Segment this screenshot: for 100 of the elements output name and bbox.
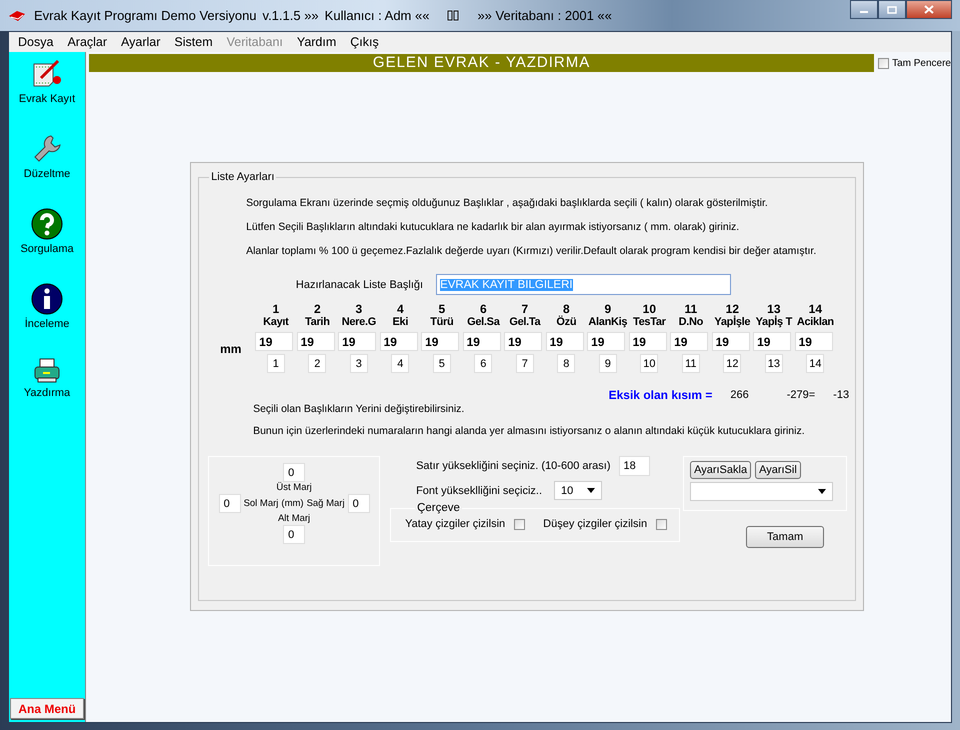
column-label: AlanKiş [588,316,628,330]
maximize-button[interactable] [878,0,906,19]
order-field[interactable]: 6 [474,354,492,373]
column-number: 10 [642,302,656,316]
width-field[interactable]: 19 [794,332,833,351]
save-settings-button[interactable]: AyarıSakla [690,461,752,479]
menu-item[interactable]: Ayarlar [114,35,168,49]
main-menu-button[interactable]: Ana Menü [10,698,84,719]
right-margin-label: Sağ Marj [306,498,345,510]
minimize-button[interactable] [850,0,878,19]
window-title: Evrak Kayıt Programı Demo Versiyonu [34,8,257,23]
fullscreen-checkbox[interactable]: Tam Pencere [878,58,951,68]
width-field[interactable]: 19 [628,332,667,351]
menu-item[interactable]: Çıkış [343,35,386,49]
order-field[interactable]: 4 [391,354,410,373]
order-field[interactable]: 11 [682,354,700,373]
column-label: Aciklan [796,316,834,330]
width-field[interactable]: 19 [504,332,542,351]
checkbox-label: Düşey çizgiler çizilsin [543,518,648,530]
width-field[interactable]: 19 [546,332,584,351]
left-margin-field[interactable]: 0 [218,494,241,513]
order-field[interactable]: 2 [308,354,326,373]
width-field[interactable]: 19 [421,332,460,351]
bottom-margin-field[interactable]: 0 [283,525,306,544]
group-title: Liste Ayarları [210,171,276,183]
order-field[interactable]: 3 [350,354,368,373]
checkbox[interactable] [656,518,668,530]
sidebar-item[interactable]: İnceleme [24,283,70,358]
unit-label: mm [220,342,242,356]
column-number: 6 [480,302,487,316]
checkbox[interactable] [514,518,526,530]
group-title: Çerçeve [416,502,461,514]
instruction-text: Sorgulama Ekranı üzerinde seçmiş olduğunuz Başlıklar , aşağıdaki başlıklarda seçili ( kalın) olarak gösterilmiştir. [246,197,769,211]
sidebar-item[interactable]: Sorgulama [20,208,74,283]
bottom-margin-label: Alt Marj [278,513,310,525]
column-number: 4 [396,302,404,316]
menu-item[interactable]: Dosya [11,35,60,49]
menu-item[interactable]: Sistem [167,35,220,49]
delete-settings-button[interactable]: AyarıSil [755,461,801,479]
column-number: 12 [726,302,739,316]
column-number: 9 [604,302,612,316]
menu-item[interactable]: Araçlar [60,35,114,49]
order-field[interactable]: 1 [266,354,285,373]
column-number: 13 [767,302,780,316]
column-number: 1 [272,302,280,316]
column-label: Yapİşle [714,316,750,330]
printer-icon [33,358,62,384]
width-field[interactable]: 19 [753,332,792,351]
unit-label: (mm) [281,498,304,510]
close-button[interactable] [906,0,952,19]
instruction-text: Alanlar toplamı % 100 ü geçemez.Fazlalık değerde uyarı (Kırmızı) verilir.Default olarak program kendisi bir değer atamıştır. [246,245,818,259]
top-margin-label: Üst Marj [276,482,312,494]
width-field[interactable]: 19 [380,332,418,351]
missing-value: 266 [730,389,749,401]
width-field[interactable]: 19 [255,332,294,351]
font-height-label: Font yükseklliğini seçiciz.. [416,484,542,496]
info-icon [31,283,64,315]
result-value: -13 [833,389,850,401]
width-field[interactable]: 19 [712,332,750,351]
sidebar-item[interactable]: Evrak Kayıt [18,58,76,133]
sidebar-item[interactable]: Düzeltme [24,133,70,208]
width-field[interactable]: 19 [462,332,501,351]
menu-item[interactable]: Yardım [290,35,344,49]
column-label: Gel.Sa [467,316,500,330]
column-number: 8 [562,302,570,316]
ok-button[interactable]: Tamam [746,526,824,548]
caret-icon [587,488,596,493]
total-value: -279= [786,389,816,401]
bars-icon [447,10,460,21]
column-label: Yapİş T [756,316,792,330]
width-field[interactable]: 19 [296,332,335,351]
column-number: 2 [314,302,321,316]
caret-icon [818,489,826,494]
row-height-field[interactable]: 18 [618,456,650,476]
preset-dropdown[interactable] [690,482,834,501]
checkbox[interactable] [878,58,890,68]
font-height-dropdown[interactable]: 10 [554,481,602,500]
column-label: Kayıt [263,316,289,330]
width-field[interactable]: 19 [338,332,376,351]
column-number: 7 [521,302,528,316]
order-field[interactable]: 8 [557,354,576,373]
close-icon [924,5,934,14]
right-margin-field[interactable]: 0 [348,494,370,513]
order-field[interactable]: 9 [598,354,617,373]
width-field[interactable]: 19 [587,332,626,351]
order-field[interactable]: 10 [640,354,658,373]
left-margin-label: Sol Marj [244,498,278,510]
app-icon [8,10,26,22]
top-margin-field[interactable]: 0 [283,463,306,482]
column-label: TesTar [633,316,666,330]
order-field[interactable]: 7 [516,354,534,373]
field-label: Hazırlanacak Liste Başlığı [294,278,424,290]
sidebar-item[interactable]: Yazdırma [24,358,70,433]
order-field[interactable]: 12 [723,354,742,373]
checkbox-label: Tam Pencere [892,58,951,68]
order-field[interactable]: 13 [764,354,783,373]
width-field[interactable]: 19 [670,332,708,351]
column-number: 5 [438,302,446,316]
order-field[interactable]: 5 [432,354,451,373]
order-field[interactable]: 14 [806,354,824,373]
